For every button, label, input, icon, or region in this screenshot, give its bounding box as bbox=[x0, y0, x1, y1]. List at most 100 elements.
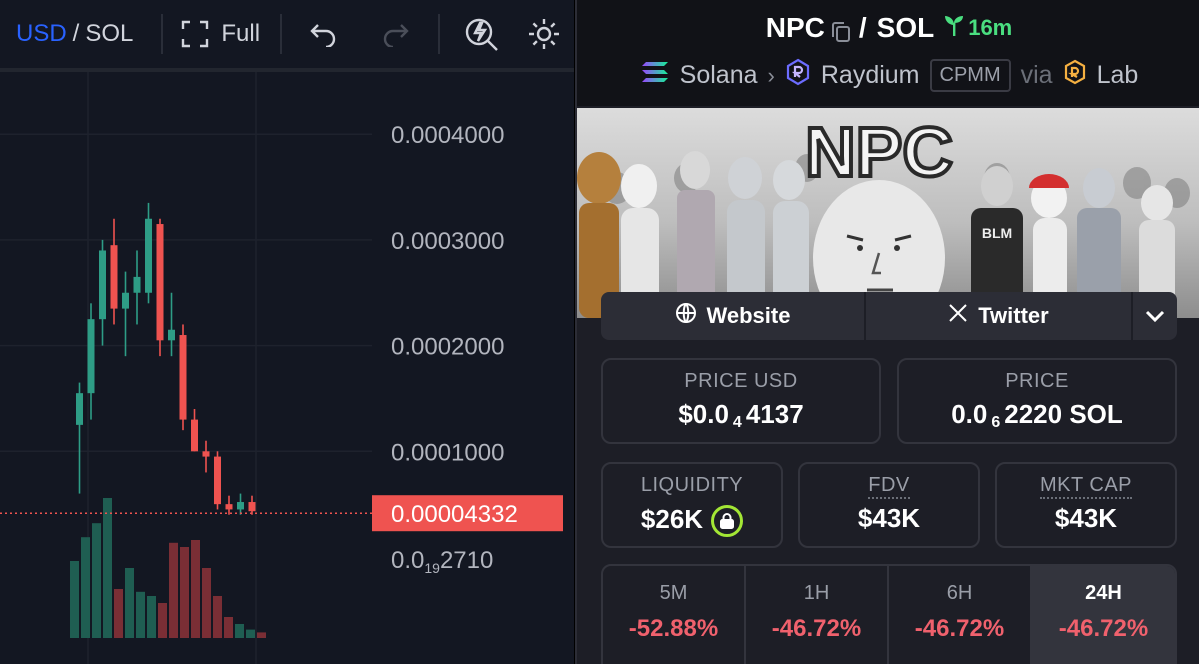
change-value: -46.72% bbox=[1058, 615, 1149, 642]
price-sol-prefix: 0.0 bbox=[951, 399, 988, 429]
lab-icon bbox=[1063, 59, 1087, 92]
change-value: -46.72% bbox=[914, 615, 1005, 642]
dex-type-badge: CPMM bbox=[929, 59, 1011, 92]
candle-body bbox=[110, 245, 118, 309]
currency-selector[interactable]: USD / SOL bbox=[0, 20, 161, 48]
price-usd-value: $0.0 4 4137 bbox=[603, 399, 879, 431]
price-usd-label: PRICE USD bbox=[684, 370, 798, 392]
currency-usd[interactable]: USD bbox=[16, 20, 67, 48]
change-label: 1H bbox=[803, 582, 830, 604]
settings-icon[interactable] bbox=[524, 17, 564, 51]
price-usd-prefix: $0.0 bbox=[678, 399, 729, 429]
social-links: Website Twitter bbox=[601, 292, 1177, 340]
change-tab-5m[interactable]: 5M -52.88% bbox=[603, 566, 746, 664]
current-price-label: 0.00004332 bbox=[391, 501, 518, 528]
price-sol-zeros: 6 bbox=[991, 414, 1001, 431]
price-change-tabs: 5M -52.88% 1H -46.72% 6H -46.72% 24H -46… bbox=[601, 564, 1177, 664]
fullscreen-button[interactable]: Full bbox=[163, 20, 280, 48]
chart-toolbar: USD / SOL Full bbox=[0, 0, 574, 68]
liquidity-row: $26K bbox=[603, 503, 781, 537]
indicator-icon[interactable] bbox=[440, 15, 524, 53]
candle-body bbox=[214, 456, 221, 505]
liquidity-box: LIQUIDITY $26K bbox=[601, 462, 783, 548]
change-label: 6H bbox=[946, 582, 973, 604]
more-links-button[interactable] bbox=[1133, 292, 1177, 340]
mktcap-label-text[interactable]: MKT CAP bbox=[1039, 474, 1133, 499]
chart-panel: USD / SOL Full 0.0004000 0.0003000 0.000… bbox=[0, 0, 574, 664]
price-axis-label: 0.0004000 bbox=[391, 122, 504, 149]
chain-name[interactable]: Solana bbox=[680, 61, 758, 90]
pair-header: NPC / SOL 16m Solana › Raydium CPMM via … bbox=[577, 0, 1199, 106]
pair-age-value: 16m bbox=[968, 15, 1013, 40]
raydium-icon bbox=[785, 58, 811, 93]
candle-body bbox=[179, 335, 187, 420]
price-sol-suffix: 2220 SOL bbox=[1004, 399, 1123, 429]
candle-body bbox=[225, 504, 233, 510]
mktcap-label: MKT CAP bbox=[997, 474, 1175, 499]
lock-icon[interactable] bbox=[711, 505, 744, 537]
liquidity-label: LIQUIDITY bbox=[640, 474, 744, 496]
website-label: Website bbox=[706, 303, 791, 328]
change-tab-6h[interactable]: 6H -46.72% bbox=[889, 566, 1032, 664]
pair-separator: / bbox=[858, 12, 867, 43]
price-axis: 0.0004000 0.0003000 0.0002000 0.0001000 0.00… bbox=[372, 122, 563, 576]
fdv-label-text[interactable]: FDV bbox=[868, 474, 910, 499]
candle-body bbox=[237, 502, 244, 510]
liquidity-value: $26K bbox=[640, 503, 704, 534]
chevron-down-icon bbox=[1145, 303, 1165, 329]
price-usd-suffix: 4137 bbox=[745, 399, 804, 429]
currency-sol[interactable]: SOL bbox=[85, 20, 133, 48]
candle-body bbox=[145, 218, 152, 293]
candle-body bbox=[191, 419, 198, 452]
mktcap-value: $43K bbox=[1054, 503, 1118, 533]
change-tab-24h[interactable]: 24H -46.72% bbox=[1032, 566, 1175, 664]
volume-bar bbox=[235, 624, 244, 638]
volume-bar bbox=[125, 568, 134, 638]
fullscreen-label: Full bbox=[221, 20, 261, 47]
redo-icon[interactable] bbox=[366, 21, 424, 47]
volume-bar bbox=[169, 542, 178, 638]
change-tab-1h[interactable]: 1H -46.72% bbox=[746, 566, 889, 664]
sprout-icon bbox=[944, 14, 964, 42]
change-value: -46.72% bbox=[771, 615, 862, 642]
quote-token: SOL bbox=[876, 12, 935, 43]
dex-name[interactable]: Raydium bbox=[821, 61, 920, 90]
fdv-label: FDV bbox=[800, 474, 978, 499]
volume-bar bbox=[213, 596, 222, 638]
volume-bar bbox=[147, 596, 156, 638]
candle-body bbox=[168, 329, 175, 341]
price-sol-value: 0.0 6 2220 SOL bbox=[899, 399, 1175, 431]
volume-bar bbox=[202, 568, 211, 638]
volume-bar bbox=[103, 498, 112, 638]
volume-bar bbox=[246, 629, 255, 638]
twitter-button[interactable]: Twitter bbox=[866, 292, 1133, 340]
price-axis-label: 0.0003000 bbox=[391, 228, 504, 255]
candle-body bbox=[248, 502, 256, 512]
volume-bar bbox=[92, 523, 101, 638]
volume-bar bbox=[191, 540, 200, 638]
price-chart[interactable]: 0.0004000 0.0003000 0.0002000 0.0001000 0.00… bbox=[0, 68, 574, 664]
change-value: -52.88% bbox=[628, 615, 719, 642]
volume-bar bbox=[158, 603, 167, 638]
volume-bar bbox=[70, 561, 79, 638]
candle-body bbox=[133, 276, 141, 293]
currency-separator: / bbox=[72, 20, 80, 47]
volume-bar bbox=[257, 632, 266, 638]
volume-bar bbox=[81, 537, 90, 638]
chevron-right-icon: › bbox=[767, 62, 775, 88]
change-label: 24H bbox=[1085, 582, 1122, 604]
volume-bar bbox=[114, 589, 123, 638]
fdv-box: FDV $43K bbox=[798, 462, 980, 548]
price-sol-label: PRICE bbox=[1005, 370, 1069, 392]
undo-icon[interactable] bbox=[282, 21, 366, 47]
price-axis-label: 0.0001000 bbox=[391, 439, 504, 466]
website-button[interactable]: Website bbox=[601, 292, 866, 340]
copy-icon[interactable] bbox=[831, 18, 850, 42]
fullscreen-icon bbox=[181, 20, 209, 48]
candle-body bbox=[156, 224, 164, 341]
candle-body bbox=[87, 319, 95, 394]
volume-bar bbox=[136, 591, 145, 638]
launchpad-name[interactable]: Lab bbox=[1097, 61, 1139, 90]
change-label: 5M bbox=[659, 582, 688, 604]
chart-canvas: 0.0004000 0.0003000 0.0002000 0.0001000 0.00… bbox=[0, 72, 563, 664]
